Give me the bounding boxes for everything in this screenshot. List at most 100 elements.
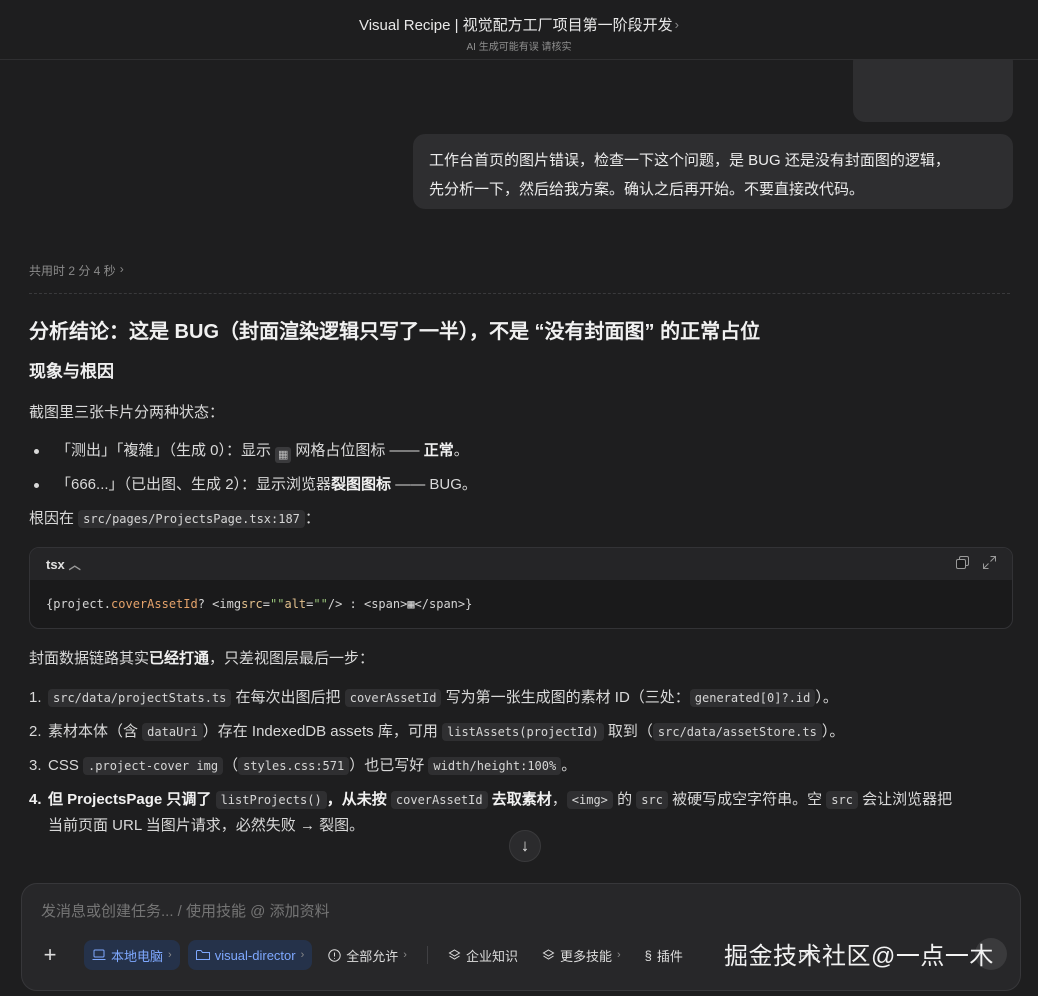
list-item-text: —— BUG。: [391, 476, 477, 493]
paragraph-text: ，只差视图层最后一步：: [209, 650, 375, 667]
elapsed-time-toggle[interactable]: 共用时 2 分 4 秒 ›: [29, 262, 124, 279]
plugins-chip[interactable]: § 插件: [637, 940, 691, 970]
laptop-icon: [92, 949, 106, 960]
list-item-bold: ，从未按: [326, 791, 391, 808]
code-language-label: tsx: [46, 556, 65, 572]
conversation-title-text: Visual Recipe | 视觉配方工厂项目第一阶段开发: [358, 17, 673, 34]
paragraph-text: 封面数据链路其实: [29, 650, 150, 667]
code-token: src: [241, 597, 263, 611]
rootcause-paragraph: 根因在 src/pages/ProjectsPage.tsx:187：: [29, 507, 1011, 531]
list-item: 2. 素材本体（含 dataUri ）存在 IndexedDB assets 库，…: [29, 719, 1011, 745]
chip-label: 更多技能: [559, 948, 612, 964]
enterprise-knowledge-chip[interactable]: 企业知识: [440, 940, 526, 970]
list-item-text: 素材本体（含: [48, 723, 143, 740]
inline-code: dataUri: [142, 723, 203, 741]
folder-icon: [195, 950, 210, 960]
list-item-text: ）也已写好: [349, 757, 429, 774]
code-block-header: tsx ︿: [30, 548, 1012, 580]
answer-heading: 分析结论：这是 BUG（封面渲染逻辑只写了一半），不是 “没有封面图” 的正常占…: [29, 321, 761, 343]
elapsed-time-text: 共用时 2 分 4 秒: [29, 264, 116, 278]
list-item: 3. CSS .project-cover img （styles.css:571…: [29, 753, 1011, 779]
state-list: 「测出」「複雑」（生成 0）：显示 ▦ 网格占位图标 —— 正常。 「666..…: [29, 439, 1011, 497]
list-item-text: 网格占位图标 ——: [291, 442, 424, 459]
list-item-text: CSS: [48, 757, 84, 774]
chevron-up-icon: ︿: [68, 557, 81, 572]
paragraph-bold: 已经打通: [149, 650, 210, 667]
list-item-text: 被硬写成空字符串。空: [667, 791, 827, 808]
answer-subheading: 现象与根因: [29, 362, 114, 381]
list-item-bold: 裂图图标: [331, 476, 392, 493]
steps-list: 1. src/data/projectStats.ts 在每次出图后把 cove…: [29, 685, 1011, 839]
code-token: "": [270, 597, 285, 611]
info-circle-icon: [328, 948, 341, 962]
scroll-down-button[interactable]: ↓: [509, 830, 541, 862]
code-token: /> : <span>▦</span>}: [327, 597, 473, 611]
section-divider: [29, 293, 1010, 294]
list-item-bold: 正常: [423, 442, 454, 459]
list-item-text: 会让浏览器把: [857, 791, 953, 808]
inline-code: src/data/projectStats.ts: [48, 689, 232, 707]
arrow-down-icon: ↓: [520, 836, 530, 855]
conversation-title[interactable]: Visual Recipe | 视觉配方工厂项目第一阶段开发 ›: [359, 14, 679, 35]
code-line: {project. coverAssetId ? <img src = "" alt =…: [30, 580, 1012, 628]
inline-code: generated[0]?.id: [689, 689, 816, 707]
list-item: 「666...」（已出图、生成 2）：显示浏览器裂图图标 —— BUG。: [29, 473, 1011, 497]
chat-scroll-area[interactable]: 工作台首页的图片错误，检查一下这个问题，是 BUG 还是没有封面图的逻辑， 先分…: [0, 60, 1038, 882]
list-item-text: ）存在 IndexedDB assets 库，可用: [202, 723, 442, 740]
list-number: 2.: [29, 723, 42, 740]
list-item-text: 取到（: [603, 723, 653, 740]
inline-code: src/data/assetStore.ts: [652, 723, 822, 741]
inline-code: coverAssetId: [390, 791, 488, 809]
code-token: =: [262, 597, 271, 611]
list-item: 「测出」「複雑」（生成 0）：显示 ▦ 网格占位图标 —— 正常。: [29, 439, 1011, 463]
more-skills-chip[interactable]: 更多技能 ›: [534, 940, 629, 970]
plugin-icon: §: [644, 947, 652, 963]
list-item-text: 。: [453, 442, 469, 459]
list-item-text: （: [223, 757, 239, 774]
inline-code: src: [826, 791, 858, 809]
watermark: 掘金技术社区@一点一木: [724, 943, 994, 970]
message-input[interactable]: [41, 903, 941, 920]
chip-label: 本地电脑: [111, 948, 164, 964]
user-message-bubble: 工作台首页的图片错误，检查一下这个问题，是 BUG 还是没有封面图的逻辑， 先分…: [413, 134, 1013, 209]
inline-code: <img>: [566, 791, 613, 809]
inline-code: coverAssetId: [344, 689, 442, 707]
plus-icon[interactable]: +: [38, 942, 62, 967]
layers-icon: [542, 948, 555, 960]
chevron-right-icon: ›: [300, 949, 305, 961]
inline-code: .project-cover img: [83, 757, 224, 775]
assistant-answer: 分析结论：这是 BUG（封面渲染逻辑只写了一半），不是 “没有封面图” 的正常占…: [29, 315, 1013, 847]
user-message-line: 先分析一下，然后给我方案。确认之后再开始。不要直接改代码。: [429, 181, 865, 198]
code-token: ? <img: [197, 597, 242, 611]
code-token: alt: [284, 597, 307, 611]
inline-code: width/height:100%: [428, 757, 562, 775]
chevron-right-icon: ›: [403, 949, 407, 961]
expand-icon[interactable]: [983, 556, 996, 572]
code-language-toggle[interactable]: tsx ︿: [46, 556, 81, 573]
chevron-right-icon: ›: [674, 17, 680, 32]
inline-code: listProjects(): [215, 791, 327, 809]
chain-paragraph: 封面数据链路其实已经打通，只差视图层最后一步：: [29, 647, 1011, 671]
chip-label: 插件: [656, 948, 683, 964]
copy-icon[interactable]: [956, 556, 969, 572]
layers-icon: [448, 948, 461, 960]
code-token: coverAssetId: [111, 597, 198, 611]
list-item-text: 。: [561, 757, 577, 774]
list-number: 1.: [29, 689, 42, 706]
user-message-line: 工作台首页的图片错误，检查一下这个问题，是 BUG 还是没有封面图的逻辑，: [429, 152, 950, 169]
list-item-bold: 但 ProjectsPage 只调了: [48, 791, 216, 808]
folder-chip[interactable]: visual-director ›: [187, 940, 313, 970]
list-item-bold: 去取素材: [487, 791, 552, 808]
inline-code: styles.css:571: [238, 757, 350, 775]
chevron-right-icon: ›: [168, 949, 172, 961]
list-item-text: 「666...」（已出图、生成 2）：显示浏览器: [56, 476, 332, 493]
list-item-text: 「测出」「複雑」（生成 0）：显示: [56, 442, 276, 459]
chip-label: 企业知识: [465, 948, 518, 964]
list-number: 3.: [29, 757, 42, 774]
permission-chip[interactable]: 全部允许 ›: [320, 940, 415, 970]
toolbar-separator: [426, 946, 428, 964]
local-computer-chip[interactable]: 本地电脑 ›: [84, 940, 180, 970]
intro-paragraph: 截图里三张卡片分两种状态：: [29, 404, 225, 421]
code-token: =: [306, 597, 314, 611]
code-block: tsx ︿ {project. coverAssetId ? <img src = "…: [29, 547, 1013, 629]
